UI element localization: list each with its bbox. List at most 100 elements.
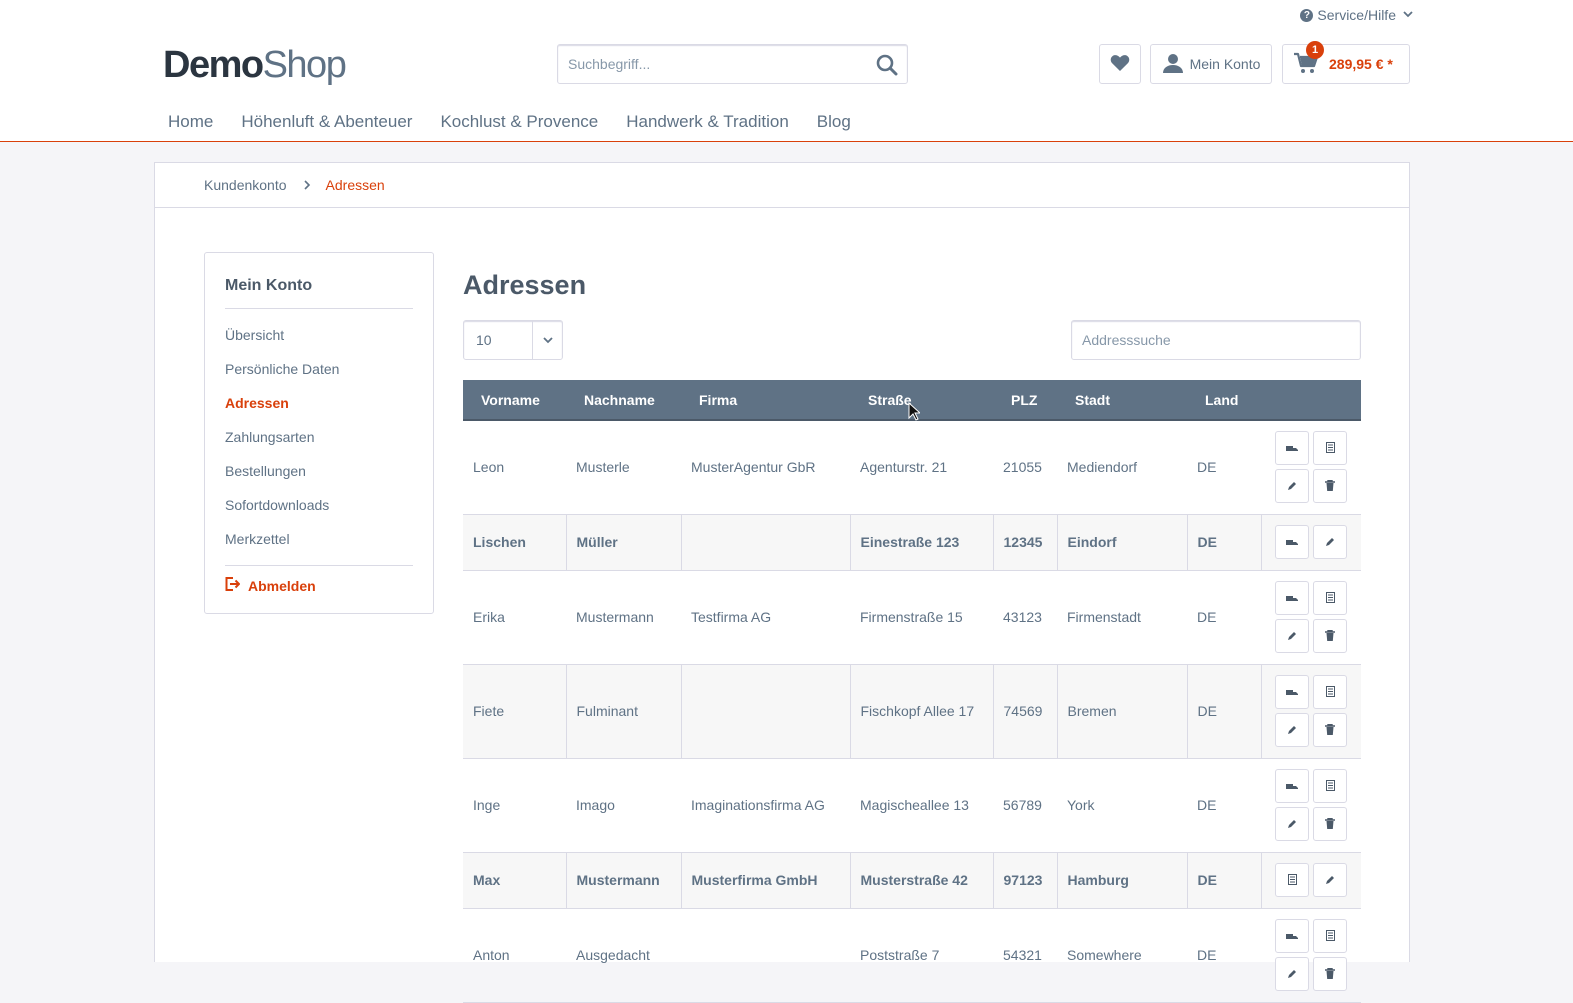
per-page-select[interactable]: 10: [463, 320, 563, 360]
col-land[interactable]: Land: [1187, 380, 1261, 421]
col-stadt[interactable]: Stadt: [1057, 380, 1187, 421]
cell-vorname: Lischen: [463, 514, 567, 571]
sidebar-item-sofortdownloads[interactable]: Sofortdownloads: [225, 488, 413, 522]
truck-icon: [1286, 684, 1299, 700]
cell-vorname: Max: [463, 852, 567, 909]
cell-stadt: Bremen: [1057, 664, 1188, 759]
truck-icon: [1286, 440, 1298, 456]
set-shipping-button[interactable]: [1275, 675, 1310, 709]
search-icon[interactable]: [875, 53, 899, 77]
cell-plz: 74569: [993, 664, 1058, 759]
nav-item-home[interactable]: Home: [154, 102, 227, 142]
truck-icon: [1286, 534, 1299, 550]
set-billing-button[interactable]: [1313, 581, 1347, 615]
edit-address-button[interactable]: [1275, 619, 1309, 653]
nav-item-kochlust[interactable]: Kochlust & Provence: [426, 102, 612, 142]
table-row: Inge Imago Imaginationsfirma AG Magische…: [463, 758, 1361, 853]
edit-address-button[interactable]: [1275, 957, 1309, 991]
trash-icon: [1325, 628, 1335, 644]
cell-strasse: Musterstraße 42: [850, 852, 994, 909]
nav-item-hoehenluft[interactable]: Höhenluft & Abenteuer: [227, 102, 426, 142]
edit-address-button[interactable]: [1275, 469, 1309, 504]
delete-address-button[interactable]: [1313, 619, 1347, 653]
breadcrumb-adressen[interactable]: Adressen: [326, 177, 385, 193]
delete-address-button[interactable]: [1313, 469, 1347, 504]
cell-nachname: Musterle: [566, 420, 681, 515]
cell-vorname: Leon: [463, 420, 566, 515]
cell-nachname: Müller: [566, 514, 682, 571]
invoice-icon: [1325, 928, 1335, 944]
table-row: Lischen Müller Einestraße 123 12345 Eind…: [463, 514, 1361, 571]
set-billing-button[interactable]: [1313, 431, 1347, 466]
sidebar-item-adressen[interactable]: Adressen: [225, 386, 413, 420]
cart-button[interactable]: 1 289,95 € *: [1282, 41, 1410, 84]
cell-firma: [681, 908, 850, 1003]
cell-stadt: York: [1057, 758, 1187, 853]
service-label: Service/Hilfe: [1317, 7, 1396, 23]
col-vorname[interactable]: Vorname: [463, 380, 566, 421]
sidebar-item-persoenliche-daten[interactable]: Persönliche Daten: [225, 352, 413, 386]
address-search-input[interactable]: [1072, 321, 1360, 359]
invoice-icon: [1325, 778, 1335, 794]
set-shipping-button[interactable]: [1275, 581, 1309, 615]
edit-address-button[interactable]: [1275, 713, 1310, 747]
nav-item-blog[interactable]: Blog: [803, 102, 865, 142]
cell-actions: [1261, 570, 1361, 665]
sidebar-item-merkzettel[interactable]: Merkzettel: [225, 522, 413, 556]
col-plz[interactable]: PLZ: [993, 380, 1057, 421]
cell-vorname: Erika: [463, 570, 566, 665]
nav-item-handwerk[interactable]: Handwerk & Tradition: [612, 102, 803, 142]
sidebar-item-zahlungsarten[interactable]: Zahlungsarten: [225, 420, 413, 454]
shop-logo[interactable]: DemoShop: [163, 42, 347, 88]
edit-address-button[interactable]: [1313, 525, 1348, 559]
main-navigation: Home Höhenluft & Abenteuer Kochlust & Pr…: [154, 102, 865, 142]
set-billing-button[interactable]: [1313, 769, 1347, 803]
trash-icon: [1325, 722, 1336, 738]
table-row: Max Mustermann Musterfirma GmbH Musterst…: [463, 852, 1361, 909]
set-billing-button[interactable]: [1313, 675, 1348, 709]
cell-firma: Imaginationsfirma AG: [681, 758, 850, 853]
heart-icon: [1110, 54, 1130, 75]
cell-land: DE: [1187, 420, 1261, 515]
cell-land: DE: [1187, 908, 1261, 1003]
cell-strasse: Einestraße 123: [850, 514, 994, 571]
chevron-down-icon: [532, 321, 562, 359]
cell-land: DE: [1187, 758, 1261, 853]
set-shipping-button[interactable]: [1275, 919, 1309, 953]
sidebar-title: Mein Konto: [225, 253, 413, 309]
col-firma[interactable]: Firma: [681, 380, 850, 421]
set-shipping-button[interactable]: [1275, 525, 1310, 559]
logout-link[interactable]: Abmelden: [225, 566, 413, 594]
breadcrumb-kundenkonto[interactable]: Kundenkonto: [204, 177, 287, 193]
delete-address-button[interactable]: [1313, 807, 1347, 841]
search-input[interactable]: [558, 45, 858, 83]
cell-strasse: Poststraße 7: [850, 908, 993, 1003]
cell-nachname: Fulminant: [566, 664, 682, 759]
col-strasse[interactable]: Straße: [850, 380, 993, 421]
wishlist-button[interactable]: [1099, 44, 1141, 84]
site-header: ? Service/Hilfe DemoShop Mein Konto 1 28…: [0, 0, 1573, 142]
cell-vorname: Anton: [463, 908, 566, 1003]
invoice-icon: [1287, 872, 1297, 888]
cell-strasse: Magischeallee 13: [850, 758, 993, 853]
pencil-icon: [1287, 816, 1297, 832]
set-shipping-button[interactable]: [1275, 431, 1309, 466]
delete-address-button[interactable]: [1313, 713, 1348, 747]
edit-address-button[interactable]: [1313, 863, 1348, 897]
delete-address-button[interactable]: [1313, 957, 1347, 991]
address-panel: Adressen 10 Vorname Nachname Firma Straß…: [463, 252, 1361, 1003]
col-nachname[interactable]: Nachname: [566, 380, 681, 421]
cell-actions: [1261, 664, 1361, 759]
service-menu[interactable]: ? Service/Hilfe: [1300, 7, 1413, 23]
truck-icon: [1286, 778, 1298, 794]
edit-address-button[interactable]: [1275, 807, 1309, 841]
account-button[interactable]: Mein Konto: [1150, 44, 1272, 84]
set-billing-button[interactable]: [1313, 919, 1347, 953]
sidebar-item-uebersicht[interactable]: Übersicht: [225, 318, 413, 352]
cell-nachname: Mustermann: [566, 852, 682, 909]
cell-stadt: Eindorf: [1057, 514, 1188, 571]
sidebar-item-bestellungen[interactable]: Bestellungen: [225, 454, 413, 488]
set-billing-button[interactable]: [1275, 863, 1310, 897]
set-shipping-button[interactable]: [1275, 769, 1309, 803]
cell-vorname: Fiete: [463, 664, 567, 759]
